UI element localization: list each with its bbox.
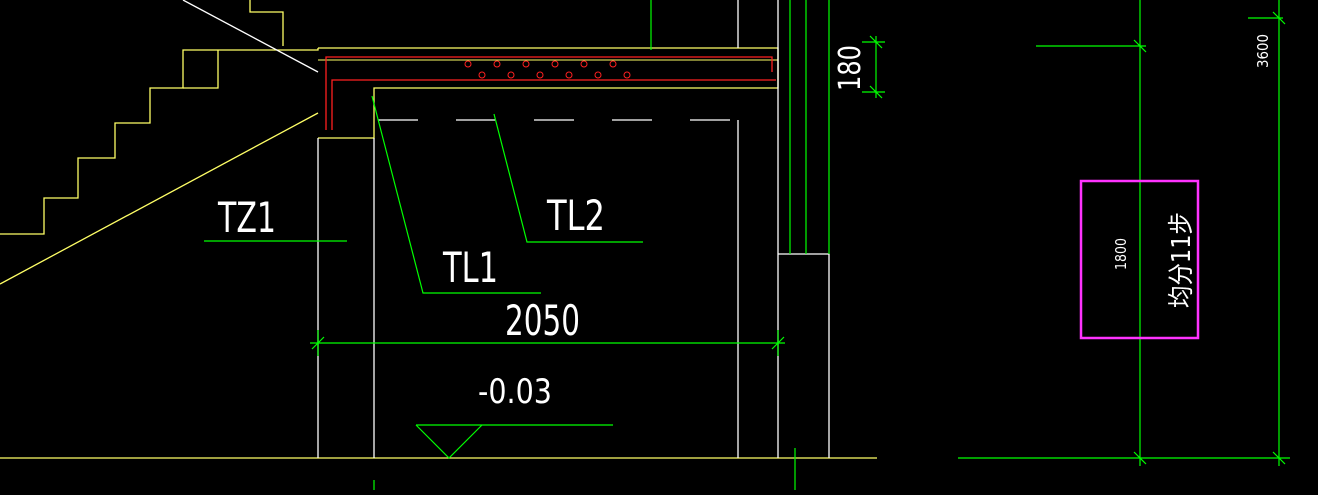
wall-step bbox=[778, 253, 830, 458]
label-2050: 2050 bbox=[505, 296, 580, 345]
rebar-dots bbox=[464, 60, 631, 79]
label-180: 180 bbox=[833, 45, 868, 91]
cad-drawing-canvas[interactable]: TZ1 TL2 TL1 2050 -0.03 180 1800 3600 均分1… bbox=[0, 0, 1318, 490]
label-tl1: TL1 bbox=[442, 243, 498, 292]
label-tz1: TZ1 bbox=[217, 193, 276, 242]
label-elevation: -0.03 bbox=[478, 372, 552, 412]
rebar-top bbox=[325, 56, 773, 130]
label-1800: 1800 bbox=[1112, 238, 1130, 270]
label-3600: 3600 bbox=[1254, 34, 1272, 68]
landing-slab-outline bbox=[318, 47, 779, 139]
label-tl2: TL2 bbox=[546, 191, 605, 240]
stair-steps-right bbox=[183, 50, 219, 89]
stair-section-drawing: TZ1 TL2 TL1 2050 -0.03 180 1800 3600 均分1… bbox=[0, 0, 1290, 490]
label-steps-note: 均分11步 bbox=[1167, 212, 1197, 308]
